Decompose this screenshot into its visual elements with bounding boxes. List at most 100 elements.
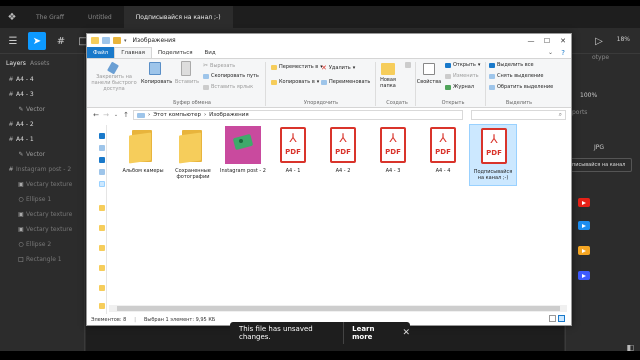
layer-item[interactable]: ✎ Vector xyxy=(0,147,85,161)
tab-view[interactable]: Вид xyxy=(199,47,222,58)
search-icon: ⌕ xyxy=(558,111,562,118)
delete-button[interactable]: ✕ Удалить ▾ xyxy=(321,64,355,72)
breadcrumb-this-pc[interactable]: Этот компьютер xyxy=(153,112,201,118)
cut-button[interactable]: ✂ Вырезать xyxy=(203,62,235,69)
folder-icon[interactable] xyxy=(99,205,105,211)
file-item-pdf-selected[interactable]: ⅄ PDF Подписывайся на канал ;-) xyxy=(469,124,517,186)
pin-button[interactable]: Закрепить на панели быстрого доступа xyxy=(87,74,141,92)
figma-tab-the-graff[interactable]: The Graff xyxy=(24,6,76,28)
copy-to-button[interactable]: Копировать в ▾ xyxy=(271,79,319,85)
zoom-level[interactable]: 18% xyxy=(617,36,630,43)
horizontal-scrollbar[interactable] xyxy=(109,305,567,312)
details-view-icon[interactable] xyxy=(549,315,556,322)
quick-access-icon[interactable] xyxy=(99,133,105,139)
export-format-select[interactable]: JPG xyxy=(594,144,604,151)
copy-button[interactable]: Копировать xyxy=(141,79,172,85)
layer-item[interactable]: ▣ Vectary texture xyxy=(0,222,85,236)
folder-icon[interactable] xyxy=(99,225,105,231)
maximize-icon[interactable]: ☐ xyxy=(539,34,555,47)
navigation-pane[interactable] xyxy=(87,125,107,314)
assets-tab[interactable]: Assets xyxy=(30,60,50,67)
select-all-button[interactable]: Выделить все xyxy=(489,62,534,68)
edit-button[interactable]: Изменить xyxy=(445,73,479,79)
menu-icon[interactable]: ☰ xyxy=(4,32,22,50)
properties-button[interactable]: Свойства xyxy=(413,79,445,85)
layer-item[interactable]: ▣ Vectary texture xyxy=(0,207,85,221)
file-list[interactable]: Альбом камеры Сохраненные фотографии Ins… xyxy=(109,122,569,314)
frame-tool-icon[interactable]: # xyxy=(52,32,70,50)
downloads-icon[interactable] xyxy=(99,157,105,163)
file-item-pdf[interactable]: ⅄ PDF A4 - 2 xyxy=(319,124,367,186)
large-icons-view-icon[interactable] xyxy=(558,315,565,322)
file-item-folder[interactable]: Сохраненные фотографии xyxy=(169,124,217,186)
ribbon-collapse-icon[interactable]: ⌄ xyxy=(548,49,553,56)
layer-item[interactable]: # A4 - 3 xyxy=(0,87,85,101)
new-folder-button[interactable]: Новая папка xyxy=(375,77,401,89)
tab-file[interactable]: Файл xyxy=(87,47,115,58)
back-icon[interactable]: ← xyxy=(91,111,101,119)
close-icon[interactable]: ✕ xyxy=(555,34,571,47)
learn-more-button[interactable]: Learn more xyxy=(352,325,392,341)
pictures-icon[interactable] xyxy=(99,181,105,187)
layer-item[interactable]: ○ Ellipse 1 xyxy=(0,192,85,206)
folder-icon[interactable] xyxy=(99,265,105,271)
figma-tab-active[interactable]: Подписывайся на канал ;-) xyxy=(123,6,233,28)
file-item-pdf[interactable]: ⅄ PDF A4 - 4 xyxy=(419,124,467,186)
desktop-icon[interactable] xyxy=(99,145,105,151)
invert-selection-icon xyxy=(489,84,495,90)
layer-item[interactable]: # A4 - 2 xyxy=(0,117,85,131)
play-icon[interactable]: ▷ xyxy=(590,32,608,50)
frame-icon: # xyxy=(8,75,14,83)
layer-item[interactable]: # A4 - 4 xyxy=(0,72,85,86)
invert-selection-button[interactable]: Обратить выделение xyxy=(489,84,553,90)
ribbon-separator xyxy=(265,62,266,106)
breadcrumb-pictures[interactable]: Изображения xyxy=(209,112,248,118)
chevron-right-icon: › xyxy=(148,112,151,118)
folder-icon[interactable] xyxy=(99,303,105,309)
select-none-button[interactable]: Снять выделение xyxy=(489,73,544,79)
layer-item[interactable]: ▣ Vectary texture xyxy=(0,177,85,191)
export-button[interactable]: писывайся на канал xyxy=(568,158,632,172)
move-tool-icon[interactable]: ➤ xyxy=(28,32,46,50)
figma-logo-icon[interactable]: ❖ xyxy=(0,6,24,28)
recent-locations-icon[interactable]: ⌄ xyxy=(111,112,121,118)
new-folder-icon[interactable] xyxy=(113,37,121,44)
prototype-tab[interactable]: otype xyxy=(592,54,609,61)
opacity-value[interactable]: 100% xyxy=(580,92,597,99)
figma-tab-untitled[interactable]: Untitled xyxy=(76,6,124,28)
folder-icon[interactable] xyxy=(99,245,105,251)
documents-icon[interactable] xyxy=(99,169,105,175)
search-input[interactable]: ⌕ xyxy=(471,110,566,120)
address-bar[interactable]: › Этот компьютер › Изображения xyxy=(133,110,463,120)
layer-item[interactable]: ○ Ellipse 2 xyxy=(0,237,85,251)
layer-item[interactable]: # Instagram post - 2 xyxy=(0,162,85,176)
scrollbar-thumb[interactable] xyxy=(117,306,560,311)
file-item-pdf[interactable]: ⅄ PDF A4 - 3 xyxy=(369,124,417,186)
open-button[interactable]: Открыть ▾ xyxy=(445,62,480,68)
forward-icon[interactable]: → xyxy=(101,111,111,119)
paste-button[interactable]: Вставить xyxy=(173,79,201,85)
folder-icon[interactable] xyxy=(99,285,105,291)
file-item-image[interactable]: Instagram post - 2 xyxy=(219,124,267,186)
explorer-window: ▾ Изображения — ☐ ✕ Файл Главная Поделит… xyxy=(86,33,572,326)
copy-path-button[interactable]: Скопировать путь xyxy=(203,73,259,79)
new-item-icon[interactable] xyxy=(405,62,411,68)
layer-item[interactable]: □ Rectangle 1 xyxy=(0,252,85,266)
paste-shortcut-button[interactable]: Вставить ярлык xyxy=(203,84,253,90)
file-item-pdf[interactable]: ⅄ PDF A4 - 1 xyxy=(269,124,317,186)
tab-share[interactable]: Поделиться xyxy=(152,47,199,58)
layer-item[interactable]: ✎ Vector xyxy=(0,102,85,116)
tab-home[interactable]: Главная xyxy=(114,47,152,58)
minimize-icon[interactable]: — xyxy=(523,34,539,47)
move-to-button[interactable]: Переместить в ▾ xyxy=(271,64,323,70)
properties-icon[interactable] xyxy=(102,37,110,44)
rename-button[interactable]: Переименовать xyxy=(321,79,370,85)
dropdown-icon[interactable]: ▾ xyxy=(124,38,127,44)
file-item-folder[interactable]: Альбом камеры xyxy=(119,124,167,186)
history-button[interactable]: Журнал xyxy=(445,84,474,90)
help-icon[interactable]: ? xyxy=(561,49,565,57)
up-icon[interactable]: ↑ xyxy=(121,111,131,119)
layers-tab[interactable]: Layers xyxy=(6,60,26,67)
layer-item[interactable]: # A4 - 1 xyxy=(0,132,85,146)
close-icon[interactable]: ✕ xyxy=(402,328,410,338)
